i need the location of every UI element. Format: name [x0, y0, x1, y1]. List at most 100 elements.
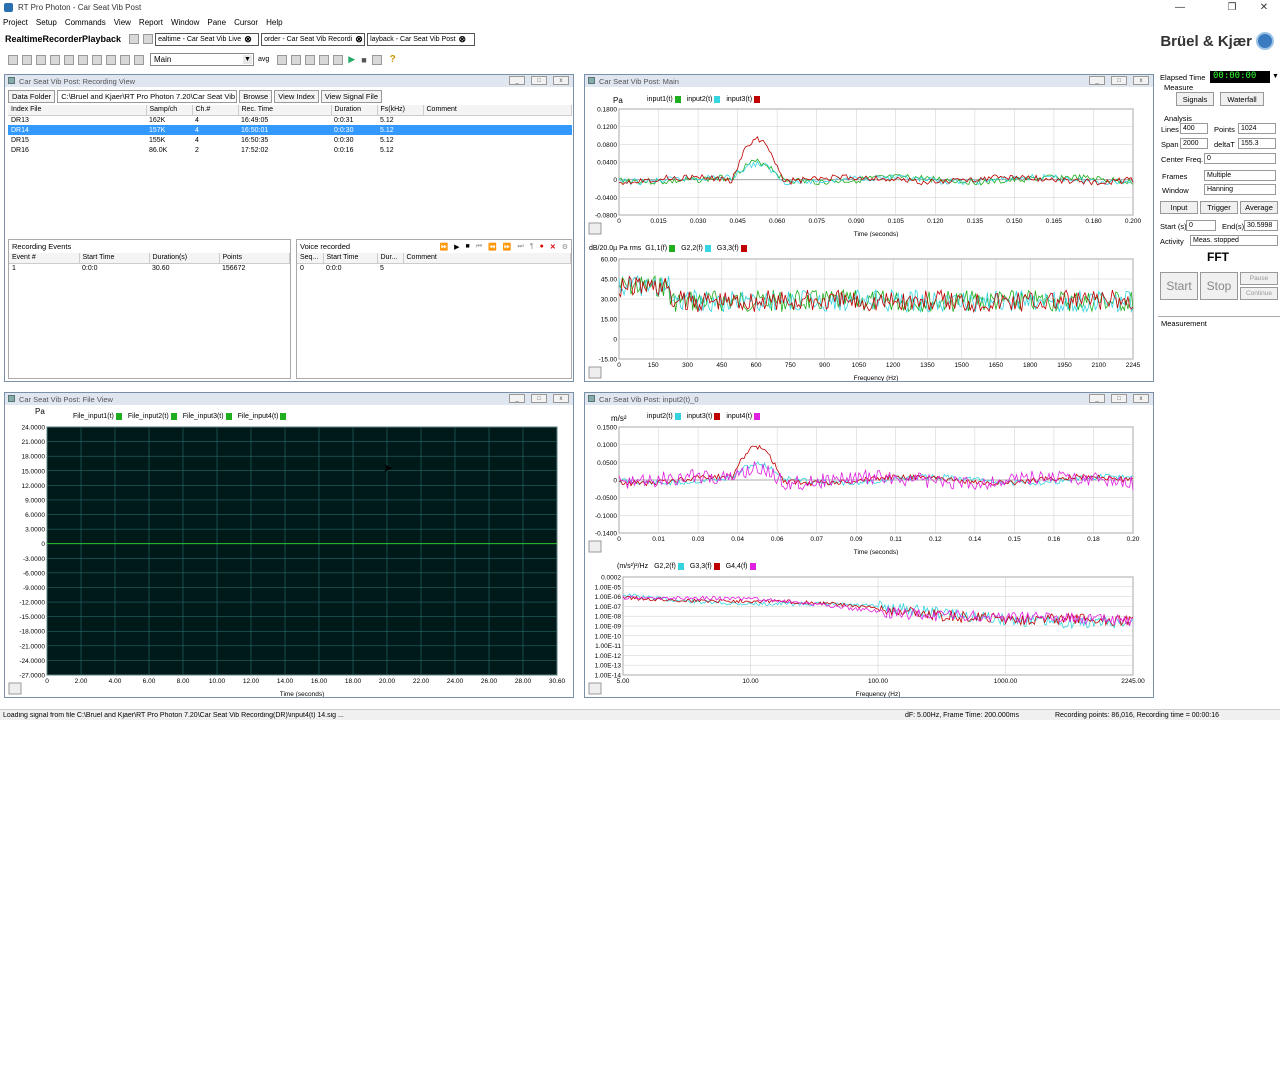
chevron-down-icon[interactable]: ▼	[243, 55, 252, 64]
open-folder-icon[interactable]	[129, 34, 140, 44]
fast-forward-icon[interactable]: ⏩	[439, 243, 448, 251]
grid-icon[interactable]	[305, 54, 316, 65]
input-button[interactable]: Input	[1160, 201, 1198, 214]
chart-icon[interactable]	[106, 54, 116, 65]
delete-icon[interactable]: ✕	[550, 243, 556, 251]
center-freq-field[interactable]: 0	[1204, 153, 1276, 164]
col-points[interactable]: Points	[219, 253, 290, 264]
main-time-chart[interactable]: 0.18000.12000.08000.04000-0.0400-0.08000…	[585, 103, 1153, 237]
legend-entry[interactable]: input2(t)	[687, 96, 713, 103]
pane-minimize-icon[interactable]: _	[509, 394, 525, 403]
pane-maximize-icon[interactable]: □	[531, 76, 547, 85]
forward-icon[interactable]: ⏩	[503, 243, 512, 251]
span-select[interactable]: 2000	[1180, 138, 1208, 149]
close-tab-icon[interactable]: ⊗	[459, 34, 467, 45]
pane-maximize-icon[interactable]: □	[1111, 394, 1127, 403]
settings-icon[interactable]: ⚙	[562, 243, 568, 251]
stop-icon[interactable]: ■	[466, 243, 470, 251]
legend-entry[interactable]: input3(t)	[726, 96, 752, 103]
start-s-field[interactable]: 0	[1186, 220, 1216, 231]
main-freq-chart[interactable]: 60.0045.0030.0015.000-15.000 150 300 450 600…	[585, 253, 1153, 381]
chevron-down-icon[interactable]: ▼	[1272, 73, 1279, 80]
legend-entry[interactable]: input1(t)	[647, 96, 673, 103]
copy-icon[interactable]	[36, 54, 46, 65]
close-tab-icon[interactable]: ⊗	[244, 34, 252, 45]
menu-project[interactable]: Project	[3, 18, 28, 27]
redo-icon[interactable]	[78, 54, 88, 65]
menu-report[interactable]: Report	[139, 18, 163, 27]
legend-entry[interactable]: G2,2(f)	[681, 245, 703, 252]
zoom-icon[interactable]	[92, 54, 102, 65]
pane-maximize-icon[interactable]: □	[1111, 76, 1127, 85]
pane-minimize-icon[interactable]: _	[509, 76, 525, 85]
stop-button[interactable]: Stop	[1200, 272, 1238, 300]
menu-view[interactable]: View	[114, 18, 131, 27]
col-index-file[interactable]: Index File	[8, 105, 147, 116]
points-select[interactable]: 1024	[1238, 123, 1276, 134]
record-icon[interactable]: ●	[540, 243, 544, 251]
menu-commands[interactable]: Commands	[65, 18, 106, 27]
minimize-icon[interactable]: —	[1160, 0, 1200, 15]
col-seq[interactable]: Seq...	[297, 253, 324, 264]
help-icon[interactable]: ?	[390, 54, 396, 65]
end-s-field[interactable]: 30.5998	[1244, 220, 1278, 231]
menu-cursor[interactable]: Cursor	[234, 18, 258, 27]
file-tab-live[interactable]: ealtime - Car Seat Vib Live ⊗	[155, 32, 260, 46]
play-icon[interactable]: ▶	[348, 54, 355, 65]
col-duration[interactable]: Dur...	[377, 253, 404, 264]
trigger-button[interactable]: Trigger	[1200, 201, 1238, 214]
file-tab-recorder[interactable]: order - Car Seat Vib Recordi ⊗	[261, 32, 366, 46]
save-icon[interactable]	[8, 54, 18, 65]
lines-select[interactable]: 400	[1180, 123, 1208, 134]
close-tab-icon[interactable]: ⊗	[355, 34, 363, 45]
col-comment[interactable]: Comment	[423, 105, 572, 116]
layout-combo[interactable]: Main ▼	[150, 53, 254, 66]
close-icon[interactable]: ✕	[1244, 0, 1280, 15]
cursor-icon[interactable]	[120, 54, 130, 65]
deltat-field[interactable]: 155.3	[1238, 138, 1276, 149]
signal-icon[interactable]	[319, 54, 330, 65]
chart-add-icon[interactable]	[291, 54, 302, 65]
table-row[interactable]: 1 0:0:0 30.60 156672	[9, 263, 290, 273]
menu-window[interactable]: Window	[171, 18, 199, 27]
start-button[interactable]: Start	[1160, 272, 1198, 300]
legend-entry[interactable]: G3,3(f)	[717, 245, 739, 252]
frames-select[interactable]: Multiple	[1204, 170, 1276, 181]
pane-close-icon[interactable]: x	[1133, 394, 1149, 403]
view-index-button[interactable]: View Index	[274, 90, 319, 103]
col-ch[interactable]: Ch.#	[192, 105, 239, 116]
file-view-chart[interactable]: 24.000021.000018.000015.000012.00009.000…	[5, 419, 573, 697]
table-row[interactable]: DR13 162K 4 16:49:05 0:0:31 5.12	[8, 115, 572, 125]
legend-entry[interactable]: G3,3(f)	[690, 563, 712, 570]
window-select[interactable]: Hanning	[1204, 184, 1276, 195]
folder-icon[interactable]	[277, 54, 288, 65]
pane-close-icon[interactable]: x	[553, 76, 569, 85]
waterfall-button[interactable]: Waterfall	[1220, 92, 1264, 106]
table-row[interactable]: 0 0:0:0 5	[297, 263, 571, 273]
pane-minimize-icon[interactable]: _	[1089, 394, 1105, 403]
pause-button[interactable]: Pause	[1240, 272, 1278, 285]
play-icon[interactable]: ▶	[454, 243, 459, 251]
table-row[interactable]: DR16 86.0K 2 17:52:02 0:0:16 5.12	[8, 145, 572, 155]
continue-button[interactable]: Continue	[1240, 287, 1278, 300]
frequency-icon[interactable]	[333, 54, 344, 65]
col-fs[interactable]: Fs(kHz)	[377, 105, 424, 116]
settings-icon[interactable]	[371, 54, 382, 65]
project-icon[interactable]	[143, 34, 154, 44]
legend-entry[interactable]: G1,1(f)	[645, 245, 667, 252]
input2-time-chart[interactable]: 0.1500 0.1000 0.0500 0 -0.0500 -0.1000 -0.1400…	[585, 421, 1153, 555]
pane-minimize-icon[interactable]: _	[1089, 76, 1105, 85]
pane-close-icon[interactable]: x	[553, 394, 569, 403]
input2-freq-chart[interactable]: 0.0002 1.00E-05 1.00E-06 1.00E-07 1.00E-08 1.…	[585, 571, 1153, 697]
avg-label[interactable]: avg	[258, 56, 269, 63]
view-signal-file-button[interactable]: View Signal File	[320, 90, 382, 103]
menu-pane[interactable]: Pane	[207, 18, 226, 27]
col-event[interactable]: Event #	[9, 253, 80, 264]
paste-icon[interactable]	[50, 54, 60, 65]
table-row[interactable]: DR15 155K 4 16:50:35 0:0:30 5.12	[8, 135, 572, 145]
marker-icon[interactable]: ¶	[530, 243, 534, 251]
col-start-time[interactable]: Start Time	[79, 253, 150, 264]
stop-icon[interactable]: ■	[361, 55, 366, 65]
skip-end-icon[interactable]: ⏭	[518, 243, 524, 251]
menu-setup[interactable]: Setup	[36, 18, 57, 27]
